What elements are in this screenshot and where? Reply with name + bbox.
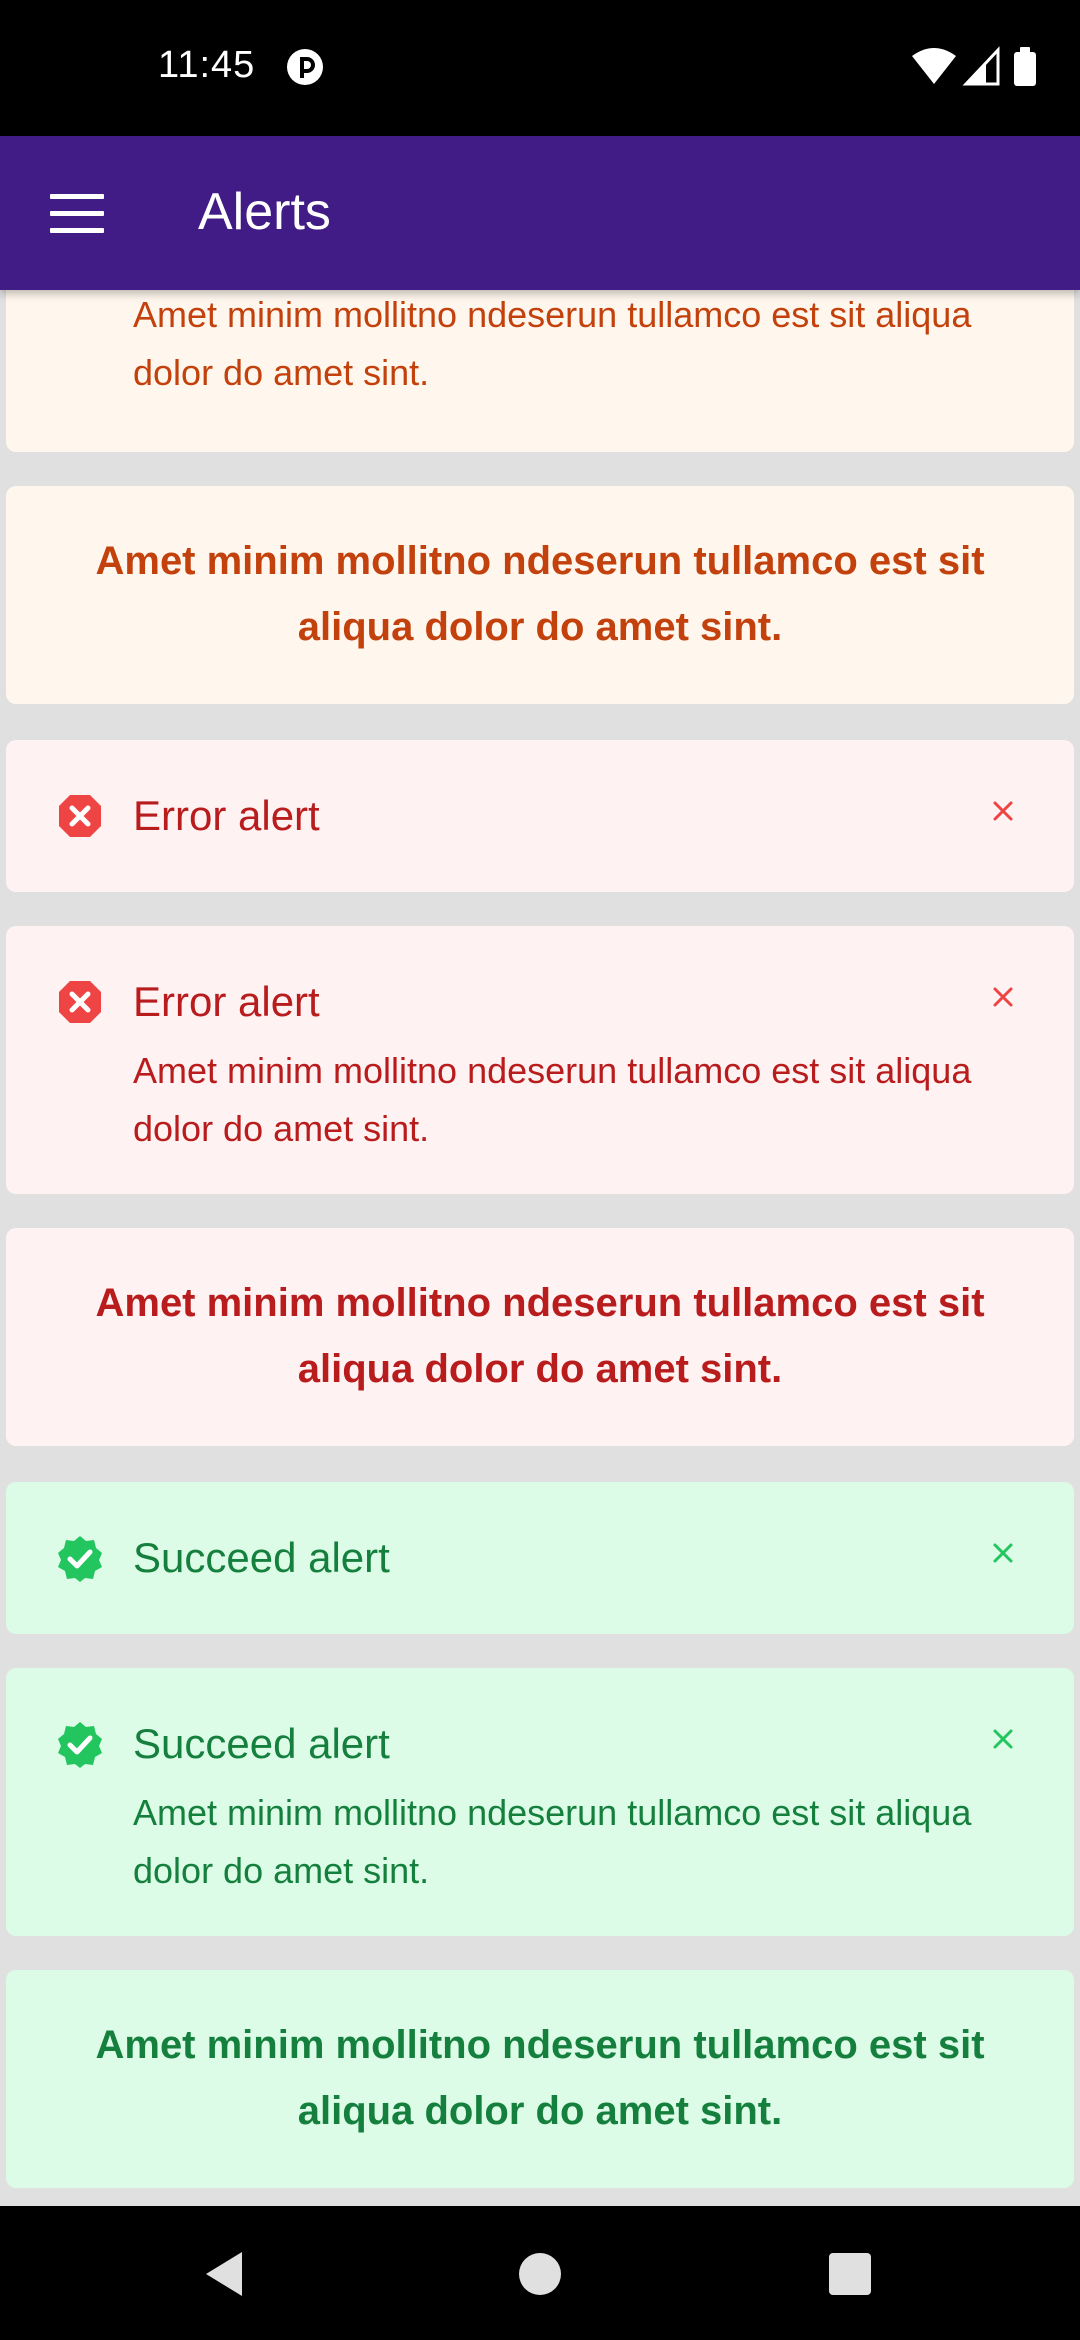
status-bar: 11:45 [0, 0, 1080, 136]
check-badge-icon [58, 1536, 102, 1582]
alert-centered-text: Amet minim mollitno ndeserun tullamco es… [95, 2023, 985, 2133]
close-icon[interactable] [984, 1534, 1022, 1572]
alert-title: Error alert [133, 792, 320, 839]
x-circle-icon [59, 981, 101, 1023]
x-circle-icon [59, 795, 101, 837]
check-badge-icon [58, 1722, 102, 1768]
error-alert-with-description: Error alert Amet minim mollitno ndeserun… [6, 926, 1074, 1194]
signal-icon [962, 46, 1000, 86]
warning-alert-with-description: Amet minim mollitno ndeserun tullamco es… [6, 290, 1074, 452]
menu-icon[interactable] [50, 194, 104, 234]
close-icon[interactable] [984, 792, 1022, 830]
recents-icon[interactable] [822, 2246, 878, 2302]
status-indicators [912, 46, 1036, 86]
alert-description: Amet minim mollitno ndeserun tullamco es… [133, 1792, 972, 1891]
success-alert-with-description: Succeed alert Amet minim mollitno ndeser… [6, 1668, 1074, 1936]
close-icon[interactable] [984, 1720, 1022, 1758]
alert-centered-text: Amet minim mollitno ndeserun tullamco es… [95, 1281, 985, 1391]
warning-alert-centered: Amet minim mollitno ndeserun tullamco es… [6, 486, 1074, 704]
success-alert: Succeed alert [6, 1482, 1074, 1634]
alert-title: Error alert [133, 978, 320, 1025]
app-bar: Alerts [0, 136, 1080, 290]
page-title: Alerts [198, 183, 331, 241]
system-navigation-bar [0, 2206, 1080, 2340]
back-icon[interactable] [198, 2246, 254, 2302]
wifi-icon [912, 48, 956, 84]
error-alert: Error alert [6, 740, 1074, 892]
success-alert-centered: Amet minim mollitno ndeserun tullamco es… [6, 1970, 1074, 2188]
alert-description: Amet minim mollitno ndeserun tullamco es… [133, 294, 972, 393]
alert-title: Succeed alert [133, 1534, 390, 1581]
alert-title: Succeed alert [133, 1720, 390, 1767]
battery-icon [1014, 47, 1036, 86]
status-time: 11:45 [158, 44, 256, 86]
close-icon[interactable] [984, 978, 1022, 1016]
alerts-list[interactable]: Amet minim mollitno ndeserun tullamco es… [0, 290, 1080, 2206]
alert-description: Amet minim mollitno ndeserun tullamco es… [133, 1050, 972, 1149]
error-alert-centered: Amet minim mollitno ndeserun tullamco es… [6, 1228, 1074, 1446]
app-notification-icon [287, 49, 323, 85]
home-icon[interactable] [512, 2246, 568, 2302]
alert-centered-text: Amet minim mollitno ndeserun tullamco es… [95, 539, 985, 649]
